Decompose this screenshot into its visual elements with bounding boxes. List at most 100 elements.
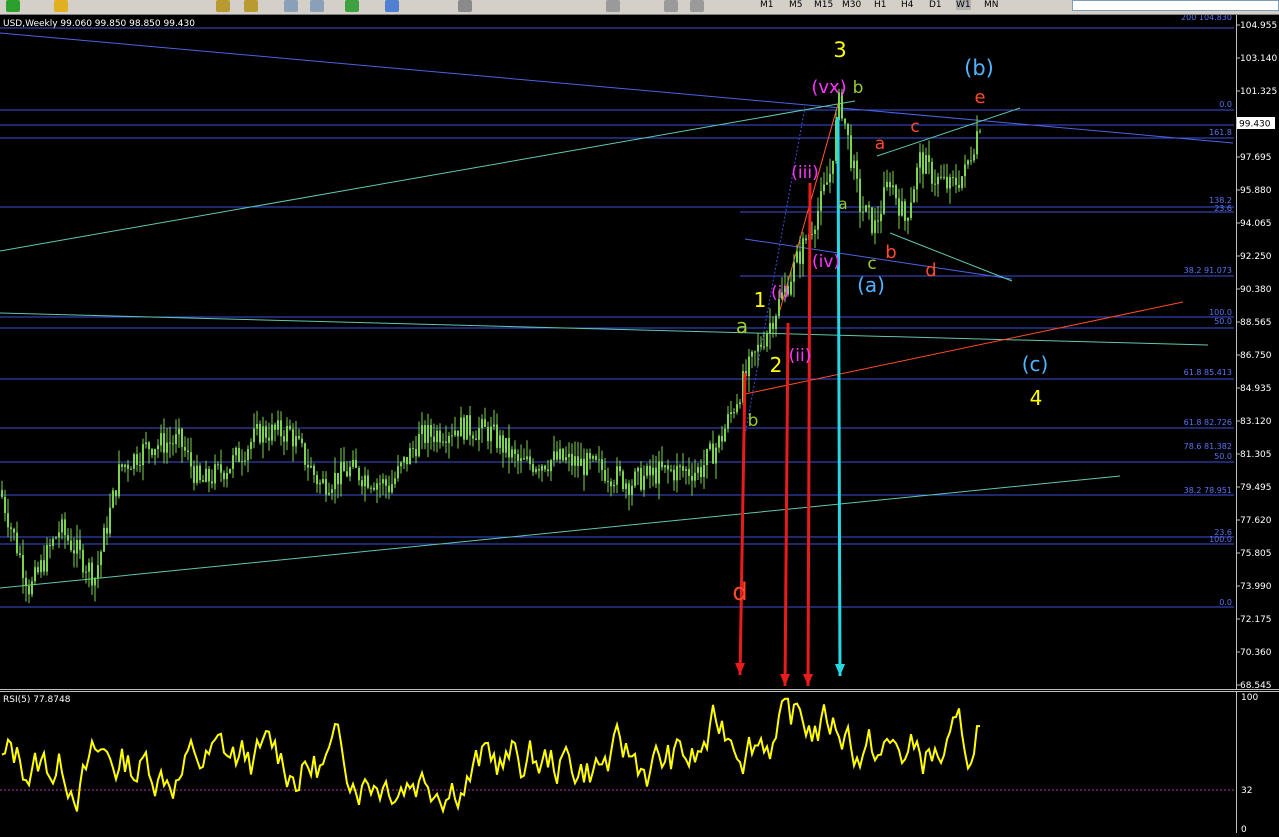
price-candle-body (388, 485, 390, 493)
price-candle-body (538, 469, 540, 471)
price-candle-body (652, 467, 654, 476)
add-indicator-icon[interactable] (345, 0, 359, 12)
price-candle-body (625, 483, 627, 489)
price-candle-body (796, 251, 798, 263)
timeframe-d1[interactable]: D1 (929, 0, 942, 10)
price-chart[interactable]: USD,Weekly 99.060 99.850 98.850 99.430 1… (0, 13, 1279, 691)
period-separator-icon[interactable] (310, 0, 324, 12)
fib-level-label: 61.8 85.413 (1184, 368, 1232, 377)
price-candle-body (826, 182, 828, 185)
price-candle-body (49, 545, 51, 547)
price-candle-body (268, 437, 270, 441)
price-candle-body (295, 436, 297, 447)
price-candle-body (928, 155, 930, 163)
price-candle-body (856, 160, 858, 179)
price-candle-body (733, 412, 735, 414)
timeframe-m1[interactable]: M1 (760, 0, 774, 10)
fib-level-label: 38.2 91.073 (1184, 266, 1232, 275)
price-candle-body (730, 412, 732, 415)
price-candle-body (754, 351, 756, 353)
crosshair-icon[interactable] (284, 0, 298, 12)
price-candle-body (943, 176, 945, 178)
text-tool-icon[interactable] (664, 0, 678, 12)
navigator-icon[interactable] (385, 0, 399, 12)
price-candle-body (244, 460, 246, 462)
price-candle-body (28, 586, 30, 595)
price-candle-body (496, 424, 498, 448)
price-candle-body (514, 449, 516, 455)
fib-level-label: 50.0 (1214, 317, 1232, 326)
price-candle-body (181, 428, 183, 447)
timeframe-m30[interactable]: M30 (842, 0, 861, 10)
price-candle-body (610, 481, 612, 487)
price-candle-body (571, 453, 573, 466)
price-candle-body (979, 131, 981, 133)
price-candle-body (448, 435, 450, 444)
favorites-icon[interactable] (54, 0, 68, 12)
price-candle-body (313, 465, 315, 476)
price-candle-body (541, 465, 543, 471)
price-candle-body (454, 430, 456, 436)
price-candle-body (289, 425, 291, 430)
rsi-axis-0: 0 (1241, 825, 1247, 833)
fib-level-label: 0.0 (1219, 598, 1232, 607)
price-candle-body (727, 414, 729, 429)
zoom-out-icon[interactable] (244, 0, 258, 12)
timeframe-h1[interactable]: H1 (874, 0, 887, 10)
search-input[interactable] (1072, 0, 1279, 11)
price-candle-body (415, 448, 417, 457)
price-candle-body (760, 344, 762, 347)
price-candle-body (613, 484, 615, 487)
price-candle-body (955, 177, 957, 185)
price-candle-body (157, 445, 159, 450)
price-candle-body (502, 435, 504, 453)
price-candle-body (94, 578, 96, 586)
price-candle-body (640, 467, 642, 490)
timeframe-w1[interactable]: W1 (956, 0, 971, 10)
new-order-icon[interactable] (6, 0, 20, 12)
price-candle-body (274, 424, 276, 430)
timeframe-h4[interactable]: H4 (901, 0, 914, 10)
price-candle-body (382, 479, 384, 484)
price-candle-body (427, 424, 429, 444)
red-arrow-3[interactable] (806, 182, 812, 687)
timeframe-m5[interactable]: M5 (789, 0, 803, 10)
price-candle-body (352, 459, 354, 467)
price-candle-body (292, 429, 294, 447)
price-candle-body (802, 238, 804, 264)
wave-label: (c) (1022, 352, 1049, 376)
price-axis-label: 73.990 (1240, 582, 1272, 592)
price-candle-body (709, 443, 711, 449)
price-candle-body (223, 472, 225, 480)
price-candle-body (532, 464, 534, 472)
timeframe-m15[interactable]: M15 (814, 0, 833, 10)
price-candle-body (109, 507, 111, 534)
price-candle-body (475, 438, 477, 440)
price-candle-body (913, 189, 915, 203)
price-candle-body (37, 567, 39, 573)
price-candle-body (199, 465, 201, 481)
price-candle-body (481, 419, 483, 429)
wave-label: 1 (754, 288, 767, 312)
price-candle-body (64, 519, 66, 536)
timeframe-mn[interactable]: MN (984, 0, 999, 10)
price-candle-body (646, 465, 648, 476)
rsi-panel[interactable]: RSI(5) 77.8748 100 32 0 (0, 691, 1279, 835)
wave-label: (iv) (812, 252, 840, 272)
zoom-in-icon[interactable] (216, 0, 230, 12)
fibonacci-tool-icon[interactable] (606, 0, 620, 12)
label-tool-icon[interactable] (690, 0, 704, 12)
price-candle-body (499, 435, 501, 448)
price-candle-body (100, 551, 102, 566)
price-candle-body (622, 471, 624, 489)
fib-level-label: 161.8 (1209, 128, 1232, 137)
wave-label: (ii) (789, 346, 812, 366)
price-candle-body (898, 198, 900, 216)
price-candle-body (82, 549, 84, 573)
price-candle-body (322, 479, 324, 483)
price-candle-body (766, 333, 768, 347)
cursor-icon[interactable] (458, 0, 472, 12)
price-candle-body (445, 441, 447, 444)
price-candle-body (811, 233, 813, 235)
price-candle-body (61, 519, 63, 533)
